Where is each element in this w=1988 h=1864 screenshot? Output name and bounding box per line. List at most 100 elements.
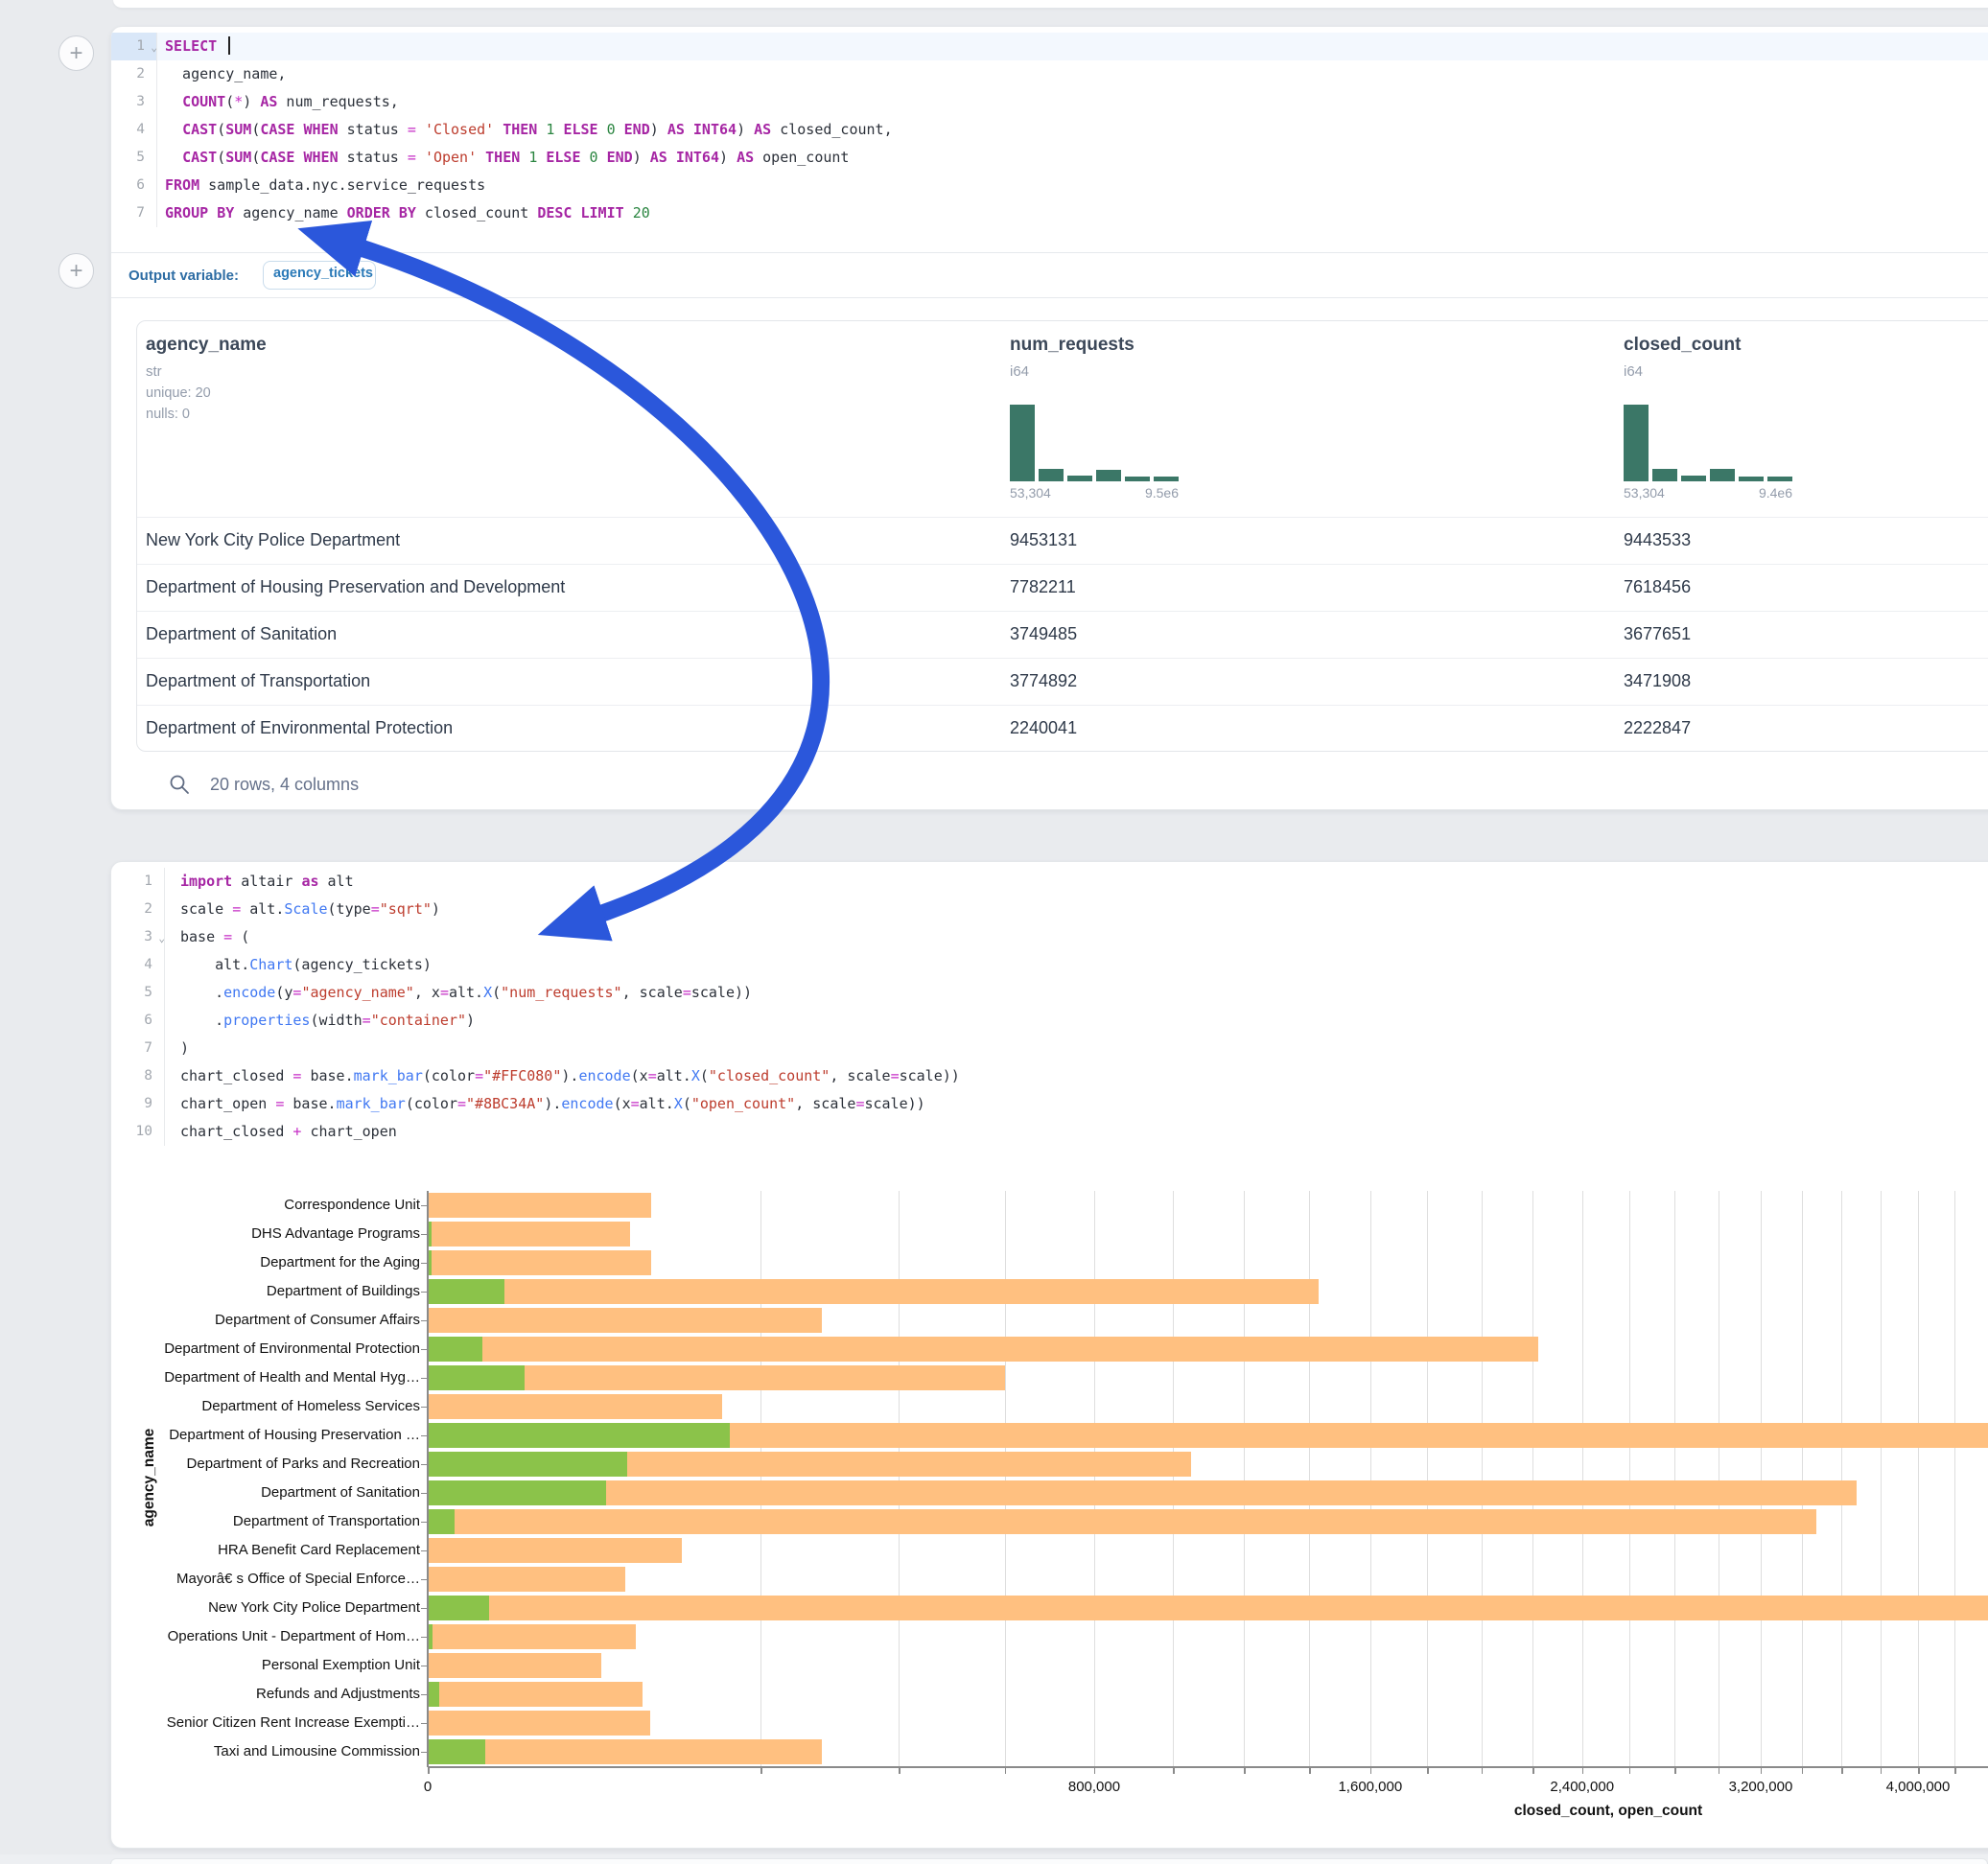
bar-closed-count[interactable]: [428, 1222, 630, 1247]
bar-closed-count[interactable]: [428, 1337, 1538, 1362]
bar-closed-count[interactable]: [428, 1193, 651, 1218]
bar-closed-count[interactable]: [428, 1538, 682, 1563]
results-table-body: New York City Police Department945313194…: [137, 517, 1988, 752]
code-line[interactable]: 1import altair as alt: [111, 868, 1988, 896]
bar-closed-count[interactable]: [428, 1567, 625, 1592]
table-row[interactable]: Department of Environmental Protection22…: [137, 705, 1988, 752]
bar-open-count[interactable]: [428, 1423, 730, 1448]
histogram-range-labels: 53,3049.5e6: [1010, 485, 1179, 501]
code-line[interactable]: 2 agency_name,: [111, 60, 1988, 88]
add-cell-button[interactable]: +: [58, 35, 94, 71]
table-cell: Department of Housing Preservation and D…: [146, 577, 565, 597]
table-row[interactable]: New York City Police Department945313194…: [137, 517, 1988, 564]
bar-open-count[interactable]: [428, 1624, 433, 1649]
y-axis-label: Department of Buildings: [111, 1277, 420, 1306]
bar-open-count[interactable]: [428, 1365, 525, 1390]
bar-closed-count[interactable]: [428, 1624, 636, 1649]
bar-closed-count[interactable]: [428, 1394, 722, 1419]
table-row[interactable]: Department of Housing Preservation and D…: [137, 564, 1988, 611]
output-variable-label: Output variable:: [129, 268, 239, 284]
column-header[interactable]: agency_namestr unique: 20 nulls: 0: [146, 335, 267, 422]
table-cell: 3677651: [1624, 624, 1691, 644]
bar-closed-count[interactable]: [428, 1509, 1816, 1534]
x-tick: [1370, 1768, 1372, 1774]
gridline: [1173, 1191, 1174, 1766]
column-name: agency_name: [146, 335, 267, 356]
bar-open-count[interactable]: [428, 1279, 504, 1304]
column-header[interactable]: closed_counti64: [1624, 335, 1741, 380]
bar-open-count[interactable]: [428, 1250, 432, 1275]
histogram-bar: [1096, 470, 1121, 481]
bar-closed-count[interactable]: [428, 1711, 650, 1736]
fold-chevron-icon[interactable]: ⌄: [158, 924, 165, 952]
gridline: [1582, 1191, 1583, 1766]
column-stat: unique: 20: [146, 385, 267, 401]
gridline: [1918, 1191, 1919, 1766]
chart-x-axis-line: [428, 1766, 1988, 1768]
column-type: str: [146, 363, 267, 380]
bar-open-count[interactable]: [428, 1596, 489, 1620]
y-tick: [421, 1550, 428, 1552]
histogram-bar: [1681, 476, 1706, 481]
bar-open-count[interactable]: [428, 1682, 439, 1707]
table-row[interactable]: Department of Sanitation37494853677651: [137, 611, 1988, 658]
column-stat: nulls: 0: [146, 407, 267, 422]
table-cell: 7618456: [1624, 577, 1691, 597]
sql-code-editor[interactable]: 1⌄SELECT 2 agency_name,3 COUNT(*) AS num…: [111, 33, 1988, 227]
bar-closed-count[interactable]: [428, 1682, 643, 1707]
histogram-max: 9.5e6: [1145, 485, 1179, 501]
bar-open-count[interactable]: [428, 1480, 606, 1505]
line-number: 3⌄: [111, 923, 164, 951]
bar-closed-count[interactable]: [428, 1279, 1319, 1304]
bar-closed-count[interactable]: [428, 1739, 822, 1764]
code-line[interactable]: 2scale = alt.Scale(type="sqrt"): [111, 896, 1988, 923]
search-icon[interactable]: [169, 774, 191, 796]
bar-open-count[interactable]: [428, 1739, 485, 1764]
line-number: 2: [111, 896, 164, 923]
add-cell-button[interactable]: +: [58, 253, 94, 289]
x-tick-label: 2,400,000: [1550, 1779, 1614, 1795]
x-tick: [1427, 1768, 1429, 1774]
histogram-bar: [1154, 477, 1179, 481]
code-line[interactable]: 6 .properties(width="container"): [111, 1007, 1988, 1035]
bar-closed-count[interactable]: [428, 1596, 1988, 1620]
code-line[interactable]: 10chart_closed + chart_open: [111, 1118, 1988, 1146]
bar-closed-count[interactable]: [428, 1308, 822, 1333]
code-line[interactable]: 8chart_closed = base.mark_bar(color="#FF…: [111, 1062, 1988, 1090]
code-line[interactable]: 3 COUNT(*) AS num_requests,: [111, 88, 1988, 116]
y-axis-label: Department of Transportation: [111, 1507, 420, 1536]
code-line[interactable]: 7): [111, 1035, 1988, 1062]
x-tick: [760, 1768, 762, 1774]
table-row[interactable]: Department of Transportation377489234719…: [137, 658, 1988, 705]
code-line[interactable]: 4 alt.Chart(agency_tickets): [111, 951, 1988, 979]
code-line[interactable]: 3⌄base = (: [111, 923, 1988, 951]
code-line[interactable]: 1⌄SELECT: [111, 33, 1988, 60]
code-line[interactable]: 5 CAST(SUM(CASE WHEN status = 'Open' THE…: [111, 144, 1988, 172]
bar-open-count[interactable]: [428, 1452, 627, 1477]
code-line[interactable]: 9chart_open = base.mark_bar(color="#8BC3…: [111, 1090, 1988, 1118]
column-header[interactable]: num_requestsi64: [1010, 335, 1134, 380]
y-tick: [421, 1522, 428, 1524]
output-variable-input[interactable]: agency_tickets: [263, 261, 376, 290]
y-axis-label: Department for the Aging: [111, 1248, 420, 1277]
bar-closed-count[interactable]: [428, 1480, 1857, 1505]
y-axis-label: Operations Unit - Department of Hom…: [111, 1622, 420, 1651]
code-line[interactable]: 4 CAST(SUM(CASE WHEN status = 'Closed' T…: [111, 116, 1988, 144]
y-axis-label: Senior Citizen Rent Increase Exempti…: [111, 1709, 420, 1737]
fold-chevron-icon[interactable]: ⌄: [151, 34, 157, 61]
code-line[interactable]: 7GROUP BY agency_name ORDER BY closed_co…: [111, 199, 1988, 227]
gridline: [1954, 1191, 1955, 1766]
y-tick: [421, 1752, 428, 1754]
histogram-bar: [1739, 477, 1764, 481]
gridline: [1881, 1191, 1882, 1766]
python-cell: 1import altair as alt2scale = alt.Scale(…: [110, 861, 1988, 1849]
bar-closed-count[interactable]: [428, 1250, 651, 1275]
code-line[interactable]: 6FROM sample_data.nyc.service_requests: [111, 172, 1988, 199]
bar-open-count[interactable]: [428, 1222, 432, 1247]
code-line[interactable]: 5 .encode(y="agency_name", x=alt.X("num_…: [111, 979, 1988, 1007]
bar-closed-count[interactable]: [428, 1653, 601, 1678]
bar-open-count[interactable]: [428, 1337, 482, 1362]
python-code-editor[interactable]: 1import altair as alt2scale = alt.Scale(…: [111, 868, 1988, 1146]
next-cell-top-edge: [110, 1858, 1988, 1864]
bar-open-count[interactable]: [428, 1509, 455, 1534]
